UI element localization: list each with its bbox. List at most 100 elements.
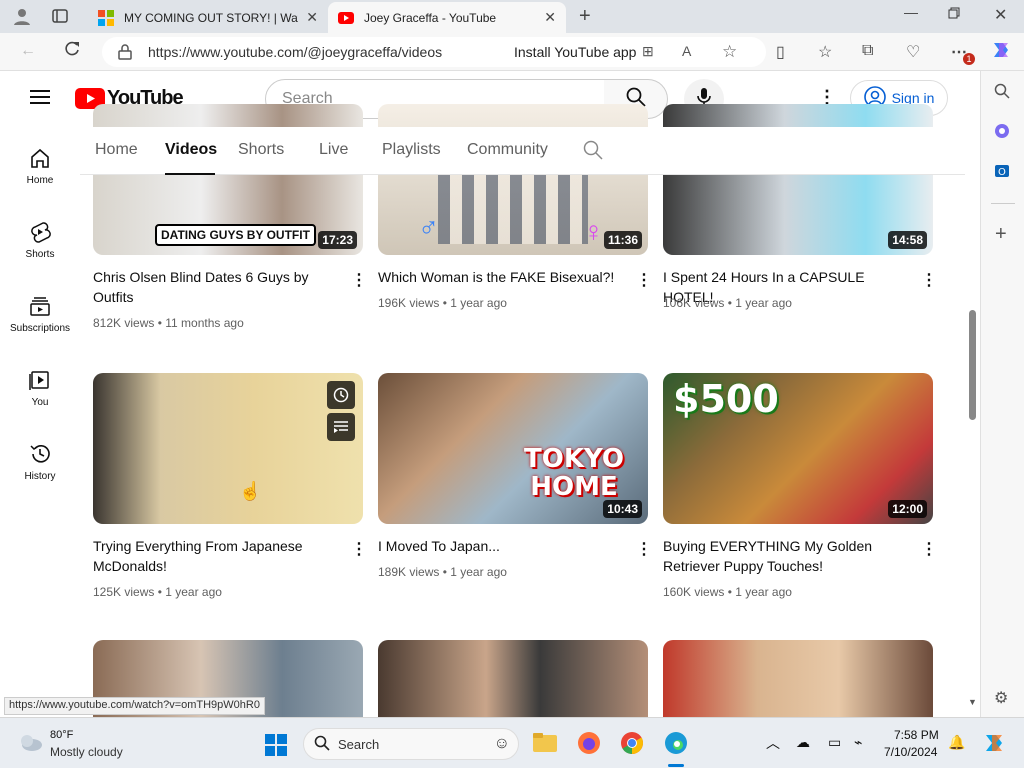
video-thumbnail[interactable]: TOKYO HOME 10:43 xyxy=(378,373,648,524)
guide-item-you[interactable]: You xyxy=(0,369,80,408)
tab-community[interactable]: Community xyxy=(467,141,548,159)
taskbar-search-label: Search xyxy=(338,736,380,752)
active-tab-underline xyxy=(165,173,215,175)
guide-item-shorts[interactable]: Shorts xyxy=(0,221,80,260)
history-icon xyxy=(0,443,80,465)
video-thumbnail[interactable] xyxy=(663,640,933,717)
copilot-icon[interactable] xyxy=(990,39,1012,66)
install-app-icon[interactable]: ⊞ xyxy=(642,43,654,60)
sidebar-settings-icon[interactable]: ⚙ xyxy=(994,688,1008,708)
split-screen-icon[interactable]: ▯ xyxy=(776,42,785,62)
back-icon[interactable]: ← xyxy=(20,42,36,60)
windows-start-icon[interactable] xyxy=(265,734,287,761)
clock-date[interactable]: 7/10/2024 xyxy=(884,745,937,759)
tab-actions-icon[interactable] xyxy=(52,8,68,27)
copilot-taskbar-icon[interactable] xyxy=(982,731,1006,760)
page-scrollbar[interactable]: ▼ xyxy=(966,175,980,717)
tab-playlists[interactable]: Playlists xyxy=(382,141,441,159)
edge-icon[interactable] xyxy=(664,731,688,760)
scroll-down-arrow-icon[interactable]: ▼ xyxy=(968,697,977,707)
guide-item-history[interactable]: History xyxy=(0,443,80,482)
browser-essentials-icon[interactable]: ♡ xyxy=(906,42,920,62)
taskbar-search-box[interactable]: Search ☺ xyxy=(303,728,519,760)
video-menu-icon[interactable]: ⋮ xyxy=(636,270,652,290)
sidebar-search-icon[interactable] xyxy=(994,83,1010,104)
video-age: 1 year ago xyxy=(450,296,507,310)
female-symbol-icon: ♀ xyxy=(583,216,604,247)
close-tab-icon[interactable]: ✕ xyxy=(544,9,556,26)
video-menu-icon[interactable]: ⋮ xyxy=(921,539,937,559)
install-app-button[interactable]: Install YouTube app xyxy=(514,44,636,60)
notification-badge: 1 xyxy=(963,53,975,65)
video-menu-icon[interactable]: ⋮ xyxy=(351,270,367,290)
tab-live[interactable]: Live xyxy=(319,141,348,159)
weather-icon[interactable] xyxy=(18,732,44,757)
video-card[interactable] xyxy=(378,640,648,717)
close-window-icon[interactable]: ✕ xyxy=(994,5,1007,25)
video-card[interactable] xyxy=(663,640,933,717)
copilot-sidebar-icon[interactable] xyxy=(994,123,1010,144)
video-menu-icon[interactable]: ⋮ xyxy=(636,539,652,559)
video-title[interactable]: Buying EVERYTHING My Golden Retriever Pu… xyxy=(663,536,911,576)
video-title[interactable]: Chris Olsen Blind Dates 6 Guys by Outfit… xyxy=(93,267,341,307)
video-thumbnail[interactable]: $500 12:00 xyxy=(663,373,933,524)
chrome-icon[interactable] xyxy=(620,731,644,760)
windows-taskbar: 80°F Mostly cloudy Search ☺ ︿ ☁ ▭ ⌁ 7:58… xyxy=(0,717,1024,768)
tab-title: Joey Graceffa - YouTube xyxy=(364,10,497,25)
youtube-page: YouTube Search ⋮ Sign in Home Shorts Sub… xyxy=(0,71,980,717)
video-duration: 12:00 xyxy=(888,500,927,518)
tab-shorts[interactable]: Shorts xyxy=(238,141,284,159)
watch-later-icon[interactable] xyxy=(327,381,355,409)
profile-icon[interactable] xyxy=(12,6,32,29)
network-icon[interactable]: ⌁ xyxy=(854,734,862,751)
video-duration: 17:23 xyxy=(318,231,357,249)
add-to-queue-icon[interactable] xyxy=(327,413,355,441)
weather-desc[interactable]: Mostly cloudy xyxy=(50,745,123,759)
address-bar[interactable]: https://www.youtube.com/@joeygraceffa/vi… xyxy=(102,37,766,67)
video-thumbnail[interactable] xyxy=(378,640,648,717)
guide-item-home[interactable]: Home xyxy=(0,147,80,186)
tab-joey-graceffa[interactable]: Joey Graceffa - YouTube ✕ xyxy=(328,2,566,33)
video-card[interactable]: ☝ Trying Everything From Japanese McDona… xyxy=(93,373,367,599)
video-title[interactable]: Trying Everything From Japanese McDonald… xyxy=(93,536,341,576)
favorite-star-icon[interactable]: ☆ xyxy=(722,42,737,62)
channel-search-icon[interactable] xyxy=(583,140,603,165)
tab-coming-out-story[interactable]: MY COMING OUT STORY! | Watc ✕ xyxy=(88,2,328,33)
address-toolbar: ← https://www.youtube.com/@joeygraceffa/… xyxy=(0,33,1024,71)
firefox-icon[interactable] xyxy=(577,731,601,760)
favorites-icon[interactable]: ☆ xyxy=(818,42,832,62)
minimize-icon[interactable]: — xyxy=(904,4,918,20)
new-tab-icon[interactable]: + xyxy=(579,5,591,28)
outlook-icon[interactable]: O xyxy=(994,163,1010,184)
video-menu-icon[interactable]: ⋮ xyxy=(351,539,367,559)
onedrive-status-icon[interactable]: ☁ xyxy=(796,734,810,751)
clock-time[interactable]: 7:58 PM xyxy=(894,728,939,742)
file-explorer-icon[interactable] xyxy=(532,732,558,759)
read-aloud-icon[interactable]: A xyxy=(682,43,691,59)
video-card[interactable]: TOKYO HOME 10:43 I Moved To Japan... ⋮ 1… xyxy=(378,373,652,579)
video-meta: 125K views • 1 year ago xyxy=(93,585,222,599)
guide-item-subscriptions[interactable]: Subscriptions xyxy=(0,295,80,334)
video-title[interactable]: I Moved To Japan... xyxy=(378,536,626,556)
video-menu-icon[interactable]: ⋮ xyxy=(921,270,937,290)
show-hidden-icons[interactable]: ︿ xyxy=(766,733,780,753)
video-thumbnail[interactable]: ☝ xyxy=(93,373,363,524)
tab-videos[interactable]: Videos xyxy=(165,141,217,159)
display-icon[interactable]: ▭ xyxy=(828,734,841,751)
menu-icon[interactable] xyxy=(30,89,50,110)
restore-icon[interactable] xyxy=(948,6,960,22)
tab-title: MY COMING OUT STORY! | Watc xyxy=(124,10,299,25)
lock-icon[interactable] xyxy=(118,44,132,63)
refresh-icon[interactable] xyxy=(63,40,81,63)
tab-home[interactable]: Home xyxy=(95,141,138,159)
video-card[interactable]: $500 12:00 Buying EVERYTHING My Golden R… xyxy=(663,373,937,599)
notification-bell-icon[interactable]: 🔔 xyxy=(948,734,965,751)
guide-item-label: History xyxy=(24,471,56,482)
video-title[interactable]: Which Woman is the FAKE Bisexual?! xyxy=(378,267,626,287)
channel-tabs: Home Videos Shorts Live Playlists Commun… xyxy=(80,127,965,175)
weather-temp[interactable]: 80°F xyxy=(50,729,73,741)
scrollbar-thumb[interactable] xyxy=(969,310,976,420)
close-tab-icon[interactable]: ✕ xyxy=(306,9,318,26)
collections-icon[interactable]: ⧉ xyxy=(862,42,873,60)
add-sidebar-app-icon[interactable]: + xyxy=(995,223,1007,246)
